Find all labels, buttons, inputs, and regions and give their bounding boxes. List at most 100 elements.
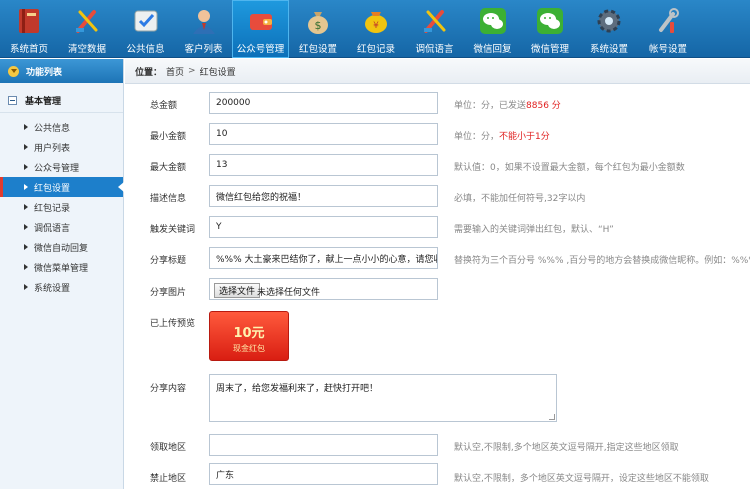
- toolbar-item-10[interactable]: 系统设置: [579, 0, 639, 58]
- total-amount-input[interactable]: 200000: [209, 92, 438, 114]
- toolbar-item-label: 微信回复: [473, 44, 512, 55]
- keyword-label: 触发关键词: [150, 225, 196, 235]
- sidebar-item-label: 公众号管理: [34, 163, 80, 174]
- description-hint: 必填，不能加任何符号,32字以内: [454, 194, 586, 204]
- choose-file-button[interactable]: 选择文件: [214, 283, 261, 298]
- toolbar-item-label: 红包记录: [356, 44, 395, 55]
- sidebar-item-label: 红包设置: [34, 183, 71, 194]
- sidebar-item-label: 红包记录: [34, 203, 71, 214]
- toolbar-item-1[interactable]: 清空数据: [58, 0, 116, 58]
- total-amount-hint: 单位：分，已发送8856 分: [454, 98, 561, 111]
- coin-bag-icon: ¥: [359, 4, 393, 38]
- min-amount-warning: 不能小于1分: [499, 132, 550, 142]
- red-packet-amount: 10元: [233, 326, 265, 341]
- banned-region-hint: 默认空,不限制，多个地区英文逗号隔开，设定这些地区不能领取: [454, 474, 709, 484]
- check-board-icon: [129, 4, 163, 38]
- region-hint: 默认空,不限制,多个地区英文逗号隔开,指定这些地区领取: [454, 443, 679, 453]
- toolbar-item-8[interactable]: 微信回复: [464, 0, 521, 58]
- share-title-input[interactable]: %%% 大土豪来巴结你了，献上一点小小的心意，请您收下！: [209, 247, 438, 269]
- breadcrumb-prefix: 位置：: [135, 67, 163, 78]
- sidebar-group-basic[interactable]: 基本管理: [0, 89, 123, 113]
- share-image-label: 分享图片: [150, 288, 187, 298]
- sidebar-item-label: 用户列表: [34, 143, 71, 154]
- max-amount-hint: 默认值：0，如果不设置最大金额，每个红包为最小金额数: [454, 163, 685, 173]
- toolbar-item-3[interactable]: 客户列表: [175, 0, 232, 58]
- wrench-icon: [651, 4, 685, 38]
- share-content-textarea[interactable]: 周末了，给您发福利来了，赶快打开吧！: [209, 374, 557, 422]
- total-amount-hint-text: 单位：分，已发送: [454, 101, 527, 111]
- resize-grip-icon[interactable]: [549, 414, 555, 420]
- breadcrumb-home[interactable]: 首页: [166, 65, 184, 78]
- toolbar-item-11[interactable]: 帐号设置: [639, 0, 697, 58]
- sidebar-item-2[interactable]: 公众号管理: [0, 157, 123, 177]
- wallet-icon: [244, 4, 278, 38]
- toolbar-item-label: 帐号设置: [648, 44, 687, 55]
- sidebar-item-8[interactable]: 系统设置: [0, 277, 123, 297]
- min-amount-label: 最小金额: [150, 132, 187, 142]
- minus-box-icon: [8, 96, 17, 105]
- sidebar-item-4[interactable]: 红包记录: [0, 197, 123, 217]
- max-amount-label: 最大金额: [150, 163, 187, 173]
- sidebar-header[interactable]: 功能列表: [0, 59, 123, 83]
- toolbar-item-label: 公共信息: [126, 44, 165, 55]
- svg-text:¥: ¥: [373, 21, 379, 31]
- toolbar-item-label: 公众号管理: [236, 44, 285, 55]
- triangle-right-icon: [24, 204, 28, 210]
- sidebar-item-label: 调侃语言: [34, 223, 71, 234]
- toolbar-item-6[interactable]: ¥ 红包记录: [347, 0, 405, 58]
- triangle-right-icon: [24, 224, 28, 230]
- region-label: 领取地区: [150, 443, 187, 453]
- sidebar-item-7[interactable]: 微信菜单管理: [0, 257, 123, 277]
- sidebar-item-label: 公共信息: [34, 123, 71, 134]
- toolbar-item-0[interactable]: 系统首页: [0, 0, 58, 58]
- wechat-icon: [533, 4, 567, 38]
- triangle-right-icon: [24, 284, 28, 290]
- toolbar-item-label: 清空数据: [67, 44, 106, 55]
- triangle-right-icon: [24, 184, 28, 190]
- description-label: 描述信息: [150, 194, 187, 204]
- book-icon: [12, 4, 46, 38]
- money-bag-icon: $: [301, 4, 335, 38]
- toolbar-item-label: 微信管理: [530, 44, 569, 55]
- total-sent-amount: 8856 分: [526, 101, 561, 111]
- triangle-right-icon: [24, 264, 28, 270]
- toolbar-item-5[interactable]: $ 红包设置: [289, 0, 347, 58]
- description-input[interactable]: 微信红包给您的祝福！: [209, 185, 438, 207]
- sidebar-item-0[interactable]: 公共信息: [0, 117, 123, 137]
- sidebar-item-1[interactable]: 用户列表: [0, 137, 123, 157]
- share-content-text: 周末了，给您发福利来了，赶快打开吧！: [216, 384, 379, 394]
- breadcrumb-separator: >: [188, 66, 196, 76]
- toolbar-item-4[interactable]: 公众号管理: [232, 0, 289, 58]
- red-packet-preview-image: 10元 现金红包: [209, 311, 289, 361]
- triangle-right-icon: [24, 144, 28, 150]
- sidebar-item-3[interactable]: 红包设置: [0, 177, 124, 197]
- sidebar: 功能列表 基本管理 公共信息用户列表公众号管理红包设置红包记录调侃语言微信自动回…: [0, 59, 124, 489]
- gear-icon: [592, 4, 626, 38]
- sidebar-item-6[interactable]: 微信自动回复: [0, 237, 123, 257]
- sidebar-group-label: 基本管理: [25, 97, 62, 107]
- sidebar-item-5[interactable]: 调侃语言: [0, 217, 123, 237]
- toolbar-item-7[interactable]: 调侃语言: [405, 0, 464, 58]
- toolbar-item-9[interactable]: 微信管理: [521, 0, 579, 58]
- svg-text:$: $: [315, 19, 322, 32]
- top-toolbar: 系统首页 清空数据 公共信息 客户列表 公众号管理 $ 红包设置 ¥ 红包记录 调侃语言 微信回复 微…: [0, 0, 750, 58]
- region-input[interactable]: [209, 434, 438, 456]
- min-amount-input[interactable]: 10: [209, 123, 438, 145]
- banned-region-input[interactable]: 广东: [209, 463, 438, 485]
- toolbar-item-2[interactable]: 公共信息: [116, 0, 175, 58]
- tools-icon: [418, 4, 452, 38]
- red-packet-caption: 现金红包: [233, 344, 265, 353]
- share-title-label: 分享标题: [150, 256, 187, 266]
- keyword-hint: 需要输入的关键词弹出红包，默认、“H”: [454, 225, 614, 235]
- file-status: 未选择任何文件: [257, 288, 321, 298]
- triangle-right-icon: [24, 164, 28, 170]
- toolbar-item-label: 系统首页: [9, 44, 48, 55]
- breadcrumb-current: 红包设置: [199, 67, 236, 78]
- max-amount-input[interactable]: 13: [209, 154, 438, 176]
- share-title-hint: 替换符为三个百分号 %%% ,百分号的地方会替换成微信昵称。例如：%%%的红包: [454, 256, 750, 266]
- banned-region-label: 禁止地区: [150, 474, 187, 484]
- total-amount-label: 总金额: [150, 101, 178, 111]
- triangle-right-icon: [24, 124, 28, 130]
- sidebar-item-label: 微信菜单管理: [34, 263, 89, 274]
- keyword-input[interactable]: Y: [209, 216, 438, 238]
